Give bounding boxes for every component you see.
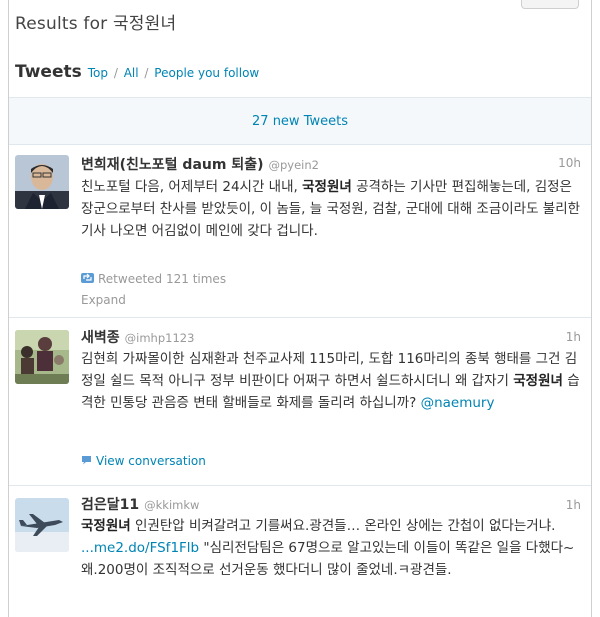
tweet-author-name[interactable]: 검은달11 — [81, 494, 139, 514]
tweet-keyword: 국정원녀 — [302, 179, 352, 195]
tweet-text-part: 인권탄압 비켜갈려고 기를써요.광견들… 온라인 상에는 간첩이 없다는거냐. — [130, 518, 556, 534]
retweet-info: Retweeted 121 times — [81, 272, 226, 286]
top-tab-button[interactable] — [521, 0, 579, 9]
tweet-timestamp[interactable]: 1h — [566, 330, 581, 344]
tweet-text: 국정원녀 인권탄압 비켜갈려고 기를써요.광견들… 온라인 상에는 간첩이 없다… — [81, 515, 581, 581]
avatar-photo — [15, 155, 69, 209]
tweet-keyword: 국정원녀 — [81, 518, 131, 534]
avatar[interactable] — [15, 330, 69, 384]
tweet-author-handle[interactable]: @kkimkw — [144, 498, 199, 512]
speech-bubble-icon — [81, 454, 92, 468]
filter-people-you-follow[interactable]: People you follow — [154, 66, 259, 80]
view-conversation-link[interactable]: View conversation — [81, 454, 206, 468]
filter-separator: / — [113, 66, 118, 80]
tweet-author-name[interactable]: 새벽종 — [81, 327, 120, 347]
search-results-panel: Results for 국정원녀 Tweets Top / All / Peop… — [8, 0, 592, 617]
new-tweets-label: 27 new Tweets — [252, 113, 348, 129]
tweet-filters: Top / All / People you follow — [88, 66, 259, 80]
view-conversation-label: View conversation — [96, 454, 206, 468]
tweet-text-part: 김현희 가짜몰이한 심재환과 천주교사제 115마리, 도합 116마리의 종북… — [81, 351, 578, 389]
new-tweets-bar[interactable]: 27 new Tweets — [9, 97, 591, 145]
expand-link[interactable]: Expand — [81, 293, 126, 307]
avatar[interactable] — [15, 155, 69, 209]
expand-label: Expand — [81, 293, 126, 307]
avatar-photo — [15, 498, 69, 552]
filter-all[interactable]: All — [124, 66, 139, 80]
tweet-item[interactable]: 변희재(친노포털 daum 퇴출) @pyein2 10h 친노포털 다음, 어… — [9, 144, 591, 318]
retweet-count: Retweeted 121 times — [98, 272, 227, 286]
filter-separator: / — [144, 66, 149, 80]
tweet-text: 친노포털 다음, 어제부터 24시간 내내, 국정원녀 공격하는 기사만 편집해… — [81, 176, 581, 242]
tweet-timestamp[interactable]: 10h — [558, 156, 581, 170]
tweets-header: Tweets Top / All / People you follow — [15, 62, 259, 82]
tweet-mention-link[interactable]: @naemury — [421, 395, 495, 411]
tweet-author-name[interactable]: 변희재(친노포털 daum 퇴출) — [81, 154, 264, 174]
tweet-keyword: 국정원녀 — [513, 373, 563, 389]
tweet-text-part: 친노포털 다음, 어제부터 24시간 내내, — [81, 179, 303, 195]
avatar-photo — [15, 330, 69, 384]
tweet-text: 김현희 가짜몰이한 심재환과 천주교사제 115마리, 도합 116마리의 종북… — [81, 348, 581, 414]
tweet-author-handle[interactable]: @pyein2 — [269, 158, 319, 172]
tweet-item[interactable]: 검은달11 @kkimkw 1h 국정원녀 인권탄압 비켜갈려고 기를써요.광견… — [9, 486, 591, 617]
retweet-icon — [81, 272, 94, 286]
results-title: Results for 국정원녀 — [15, 14, 177, 34]
filter-top[interactable]: Top — [88, 66, 108, 80]
tweets-heading: Tweets — [15, 62, 82, 82]
tweet-item[interactable]: 새벽종 @imhp1123 1h 김현희 가짜몰이한 심재환과 천주교사제 11… — [9, 318, 591, 486]
tweet-author-handle[interactable]: @imhp1123 — [125, 331, 195, 345]
avatar[interactable] — [15, 498, 69, 552]
tweet-timestamp[interactable]: 1h — [566, 498, 581, 512]
tweet-url-link[interactable]: ...me2.do/FSf1Flb — [81, 540, 199, 556]
